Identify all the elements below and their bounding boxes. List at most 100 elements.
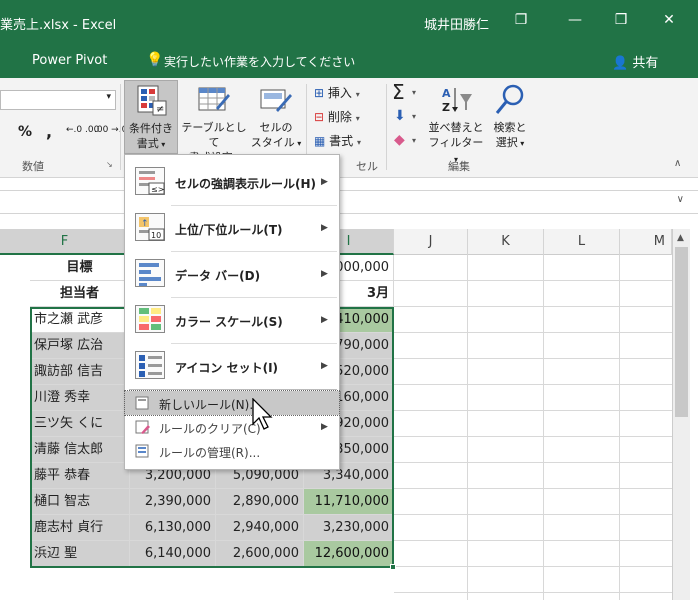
magnifier-icon (495, 84, 524, 114)
menu-item-clear-rules[interactable]: ルールのクリア(C) ▶ (125, 415, 339, 439)
chevron-down-icon: ▾ (106, 92, 111, 102)
sort-filter-button[interactable]: A Z 並べ替えと フィルター ▾ (426, 80, 486, 164)
insert-cells-button[interactable]: ⊞ 挿入 ▾ (314, 84, 384, 102)
cells-group-label: セル (356, 160, 378, 173)
share-button[interactable]: 👤 共有 (612, 52, 658, 71)
fill-handle[interactable] (390, 564, 396, 570)
editing-group-label: 編集 (448, 160, 470, 173)
menu-item-top-bottom-rules[interactable]: ↑ 10 上位/下位ルール(T) ▶ (125, 205, 339, 251)
number-format-dropdown[interactable]: ▾ (0, 90, 116, 110)
table-row-name[interactable]: 三ツ矢 くに (30, 411, 130, 437)
cell-february[interactable]: 2,890,000 (216, 489, 304, 515)
user-name[interactable]: 城井田勝仁 (424, 14, 489, 33)
empty-cells[interactable] (394, 255, 672, 600)
decrease-decimal-button[interactable]: .00 →.0 (94, 125, 127, 135)
menu-item-data-bars[interactable]: データ バー(D) ▶ (125, 251, 339, 297)
table-row-name[interactable]: 樋口 智志 (30, 489, 130, 515)
autosum-icon[interactable]: Σ (392, 80, 405, 104)
percent-style-button[interactable]: % (18, 124, 32, 140)
cell-january[interactable]: 6,130,000 (130, 515, 216, 541)
cell-february[interactable]: 2,940,000 (216, 515, 304, 541)
find-select-label-1: 検索と (493, 121, 527, 134)
chevron-down-icon[interactable]: ▾ (412, 136, 416, 145)
tell-me-input[interactable]: 実行したい作業を入力してください (164, 53, 355, 70)
title-bar: 業売上.xlsx - Excel 城井田勝仁 ❐ — ❒ ✕ (0, 0, 698, 44)
scrollbar-thumb[interactable] (675, 247, 688, 417)
dialog-launcher-icon[interactable]: ↘ (106, 160, 113, 169)
clear-eraser-icon[interactable]: ◆ (394, 132, 405, 148)
tab-power-pivot[interactable]: Power Pivot (32, 53, 107, 68)
insert-cells-icon: ⊞ (314, 86, 325, 100)
menu-item-manage-rules[interactable]: ルールの管理(R)... (125, 439, 339, 463)
table-row-name[interactable]: 川澄 秀幸 (30, 385, 130, 411)
svg-text:Z: Z (442, 101, 450, 114)
data-bars-icon (135, 259, 165, 287)
table-format-icon (198, 87, 230, 111)
cell-march[interactable]: 3,230,000 (304, 515, 394, 541)
cell-january[interactable]: 2,390,000 (130, 489, 216, 515)
mouse-pointer-icon (252, 398, 273, 430)
menu-item-icon-sets[interactable]: アイコン セット(I) ▶ (125, 343, 339, 389)
cell-march[interactable]: 11,710,000 (304, 489, 394, 515)
format-label: 書式 (329, 134, 354, 148)
scroll-up-icon[interactable]: ▲ (677, 233, 684, 243)
person-icon: 👤 (612, 56, 629, 71)
cell-styles-button[interactable]: セルの スタイル ▾ (250, 80, 302, 154)
find-select-button[interactable]: 検索と 選択 ▾ (488, 80, 532, 154)
close-icon[interactable]: ✕ (654, 12, 684, 32)
table-row-name[interactable]: 浜辺 聖 (30, 541, 130, 567)
group-separator (386, 84, 387, 170)
chevron-down-icon: ▾ (294, 139, 302, 148)
chevron-down-icon[interactable]: ▾ (412, 88, 416, 97)
format-as-table-button[interactable]: テーブルとして 書式設定 ▾ (180, 80, 248, 164)
expand-formula-bar-icon[interactable]: ∨ (677, 194, 684, 205)
delete-cells-button[interactable]: ⊟ 削除 ▾ (314, 108, 384, 126)
restore-icon[interactable]: ❒ (606, 12, 636, 32)
find-select-label-2: 選択 (495, 136, 518, 149)
chevron-down-icon: ▾ (355, 90, 360, 99)
conditional-formatting-button[interactable]: ≠ 条件付き 書式 ▾ (124, 80, 178, 154)
cell-f-target[interactable]: 目標 (30, 255, 130, 281)
top-bottom-rules-icon: ↑ 10 (135, 213, 165, 241)
comma-style-button[interactable]: , (46, 122, 52, 141)
column-header-l[interactable]: L (544, 229, 620, 255)
table-row-name[interactable]: 清藤 信太郎 (30, 437, 130, 463)
table-row-name[interactable]: 市之瀬 武彦 (30, 307, 130, 333)
table-row-name[interactable]: 諏訪部 信吉 (30, 359, 130, 385)
column-header-j[interactable]: J (394, 229, 468, 255)
ribbon-display-options-icon[interactable]: ❐ (506, 12, 536, 32)
cell-march[interactable]: 12,600,000 (304, 541, 394, 567)
minimize-icon[interactable]: — (560, 12, 590, 32)
column-header-k[interactable]: K (468, 229, 544, 255)
cell-f-person[interactable]: 担当者 (30, 281, 130, 307)
chevron-down-icon[interactable]: ▾ (412, 112, 416, 121)
fill-icon[interactable]: ⬇ (394, 108, 406, 124)
format-cells-button[interactable]: ▦ 書式 ▾ (314, 132, 384, 150)
table-row-name[interactable]: 鹿志村 貞行 (30, 515, 130, 541)
column-header-m[interactable]: M (620, 229, 672, 255)
svg-text:A: A (442, 87, 451, 100)
lightbulb-icon: 💡 (146, 52, 164, 68)
icon-sets-icon (135, 351, 165, 379)
delete-label: 削除 (327, 110, 352, 124)
chevron-right-icon: ▶ (321, 315, 328, 325)
cell-january[interactable]: 6,140,000 (130, 541, 216, 567)
menu-item-highlight-rules[interactable]: ≤> セルの強調表示ルール(H) ▶ (125, 159, 339, 205)
menu-item-label: 上位/下位ルール(T) (175, 223, 283, 237)
cell-styles-label-2: スタイル (250, 136, 295, 149)
group-separator (120, 84, 121, 170)
menu-item-new-rule[interactable]: 新しいルール(N)... (124, 390, 340, 416)
menu-item-label: データ バー(D) (175, 269, 261, 283)
table-format-label-1: テーブルとして (181, 121, 247, 149)
collapse-ribbon-icon[interactable]: ∧ (674, 158, 681, 169)
column-gridline (543, 255, 544, 600)
formula-bar[interactable]: ∨ (0, 190, 698, 214)
vertical-scrollbar[interactable]: ▲ (672, 229, 690, 600)
chevron-down-icon: ▾ (355, 114, 360, 123)
cell-february[interactable]: 2,600,000 (216, 541, 304, 567)
menu-item-color-scales[interactable]: カラー スケール(S) ▶ (125, 297, 339, 343)
menu-item-label: ルールのクリア(C) (159, 422, 261, 436)
table-row-name[interactable]: 藤平 恭春 (30, 463, 130, 489)
table-row-name[interactable]: 保戸塚 広治 (30, 333, 130, 359)
column-header-f[interactable]: F (0, 229, 130, 255)
